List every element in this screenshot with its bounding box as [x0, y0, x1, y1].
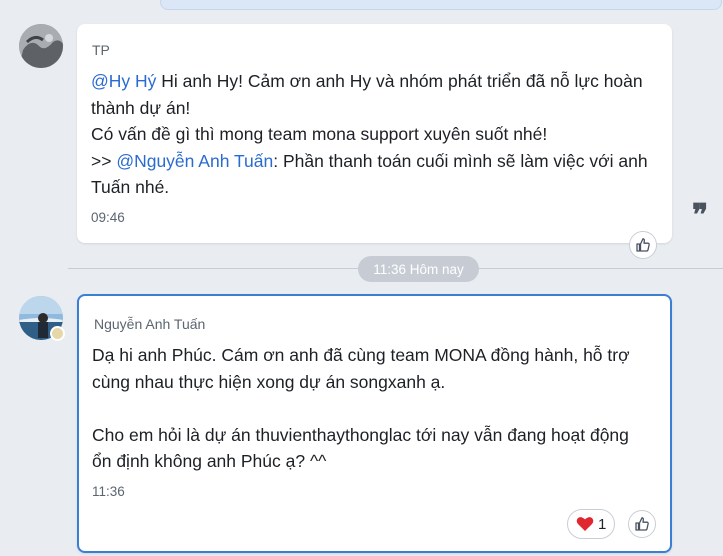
- heart-icon: [576, 517, 594, 531]
- quote-icon[interactable]: ❞: [692, 201, 708, 231]
- sender-name: TP: [92, 42, 110, 58]
- thumbs-up-icon: [636, 238, 650, 252]
- message-line: thành dự án!: [91, 95, 648, 122]
- message-segment: cùng nhau thực hiện xong dự án songxanh …: [92, 371, 446, 392]
- like-button[interactable]: [629, 231, 657, 259]
- mention-link[interactable]: @Hy Hý: [91, 71, 156, 91]
- message-segment: ổn định không anh Phúc ạ? ^^: [92, 451, 327, 471]
- message-line: Có vấn đề gì thì mong team mona support …: [91, 121, 648, 148]
- message-time: 09:46: [91, 210, 125, 225]
- status-badge: [50, 326, 65, 341]
- message-text: @Hy Hý Hi anh Hy! Cảm ơn anh Hy và nhóm …: [91, 68, 648, 201]
- avatar[interactable]: [19, 24, 63, 68]
- message-segment: thành dự án!: [91, 97, 191, 118]
- message-segment: : Phần thanh toán cuối mình sẽ làm việc …: [273, 150, 648, 171]
- message-segment: >>: [91, 150, 117, 171]
- reaction-count: 1: [598, 515, 607, 533]
- mention-link[interactable]: @Nguyễn Anh Tuấn: [116, 151, 273, 171]
- sender-name: Nguyễn Anh Tuấn: [94, 316, 206, 332]
- message-line: [92, 395, 630, 422]
- message-segment: Có vấn đề gì thì mong team mona support …: [91, 124, 548, 144]
- message-line: @Hy Hý Hi anh Hy! Cảm ơn anh Hy và nhóm …: [91, 68, 648, 95]
- message-segment: Cho em hỏi là dự án thuvienthaythonglac …: [92, 424, 629, 445]
- date-divider: 11:36 Hôm nay: [358, 256, 479, 282]
- message-text: Dạ hi anh Phúc. Cám ơn anh đã cùng team …: [92, 342, 630, 475]
- message-bubble[interactable]: TP @Hy Hý Hi anh Hy! Cảm ơn anh Hy và nh…: [77, 24, 672, 243]
- message-segment: Hi anh Hy! Cảm ơn anh Hy và nhóm phát tr…: [156, 71, 643, 91]
- message-line: ổn định không anh Phúc ạ? ^^: [92, 448, 630, 475]
- message-time: 11:36: [92, 484, 125, 499]
- message-segment: Tuấn nhé.: [91, 177, 170, 197]
- message-line: Tuấn nhé.: [91, 174, 648, 201]
- message-line: cùng nhau thực hiện xong dự án songxanh …: [92, 369, 630, 396]
- reaction-heart[interactable]: 1: [567, 509, 616, 539]
- like-button[interactable]: [628, 510, 656, 538]
- message-line: Dạ hi anh Phúc. Cám ơn anh đã cùng team …: [92, 342, 630, 369]
- thumbs-up-icon: [635, 517, 649, 531]
- divider-line-right: [479, 268, 723, 269]
- previous-message-edge: [160, 0, 722, 10]
- message-line: >> @Nguyễn Anh Tuấn: Phần thanh toán cuố…: [91, 148, 648, 175]
- message-segment: Dạ hi anh Phúc. Cám ơn anh đã cùng team …: [92, 345, 630, 365]
- message-line: Cho em hỏi là dự án thuvienthaythonglac …: [92, 422, 630, 449]
- divider-line-left: [68, 268, 358, 269]
